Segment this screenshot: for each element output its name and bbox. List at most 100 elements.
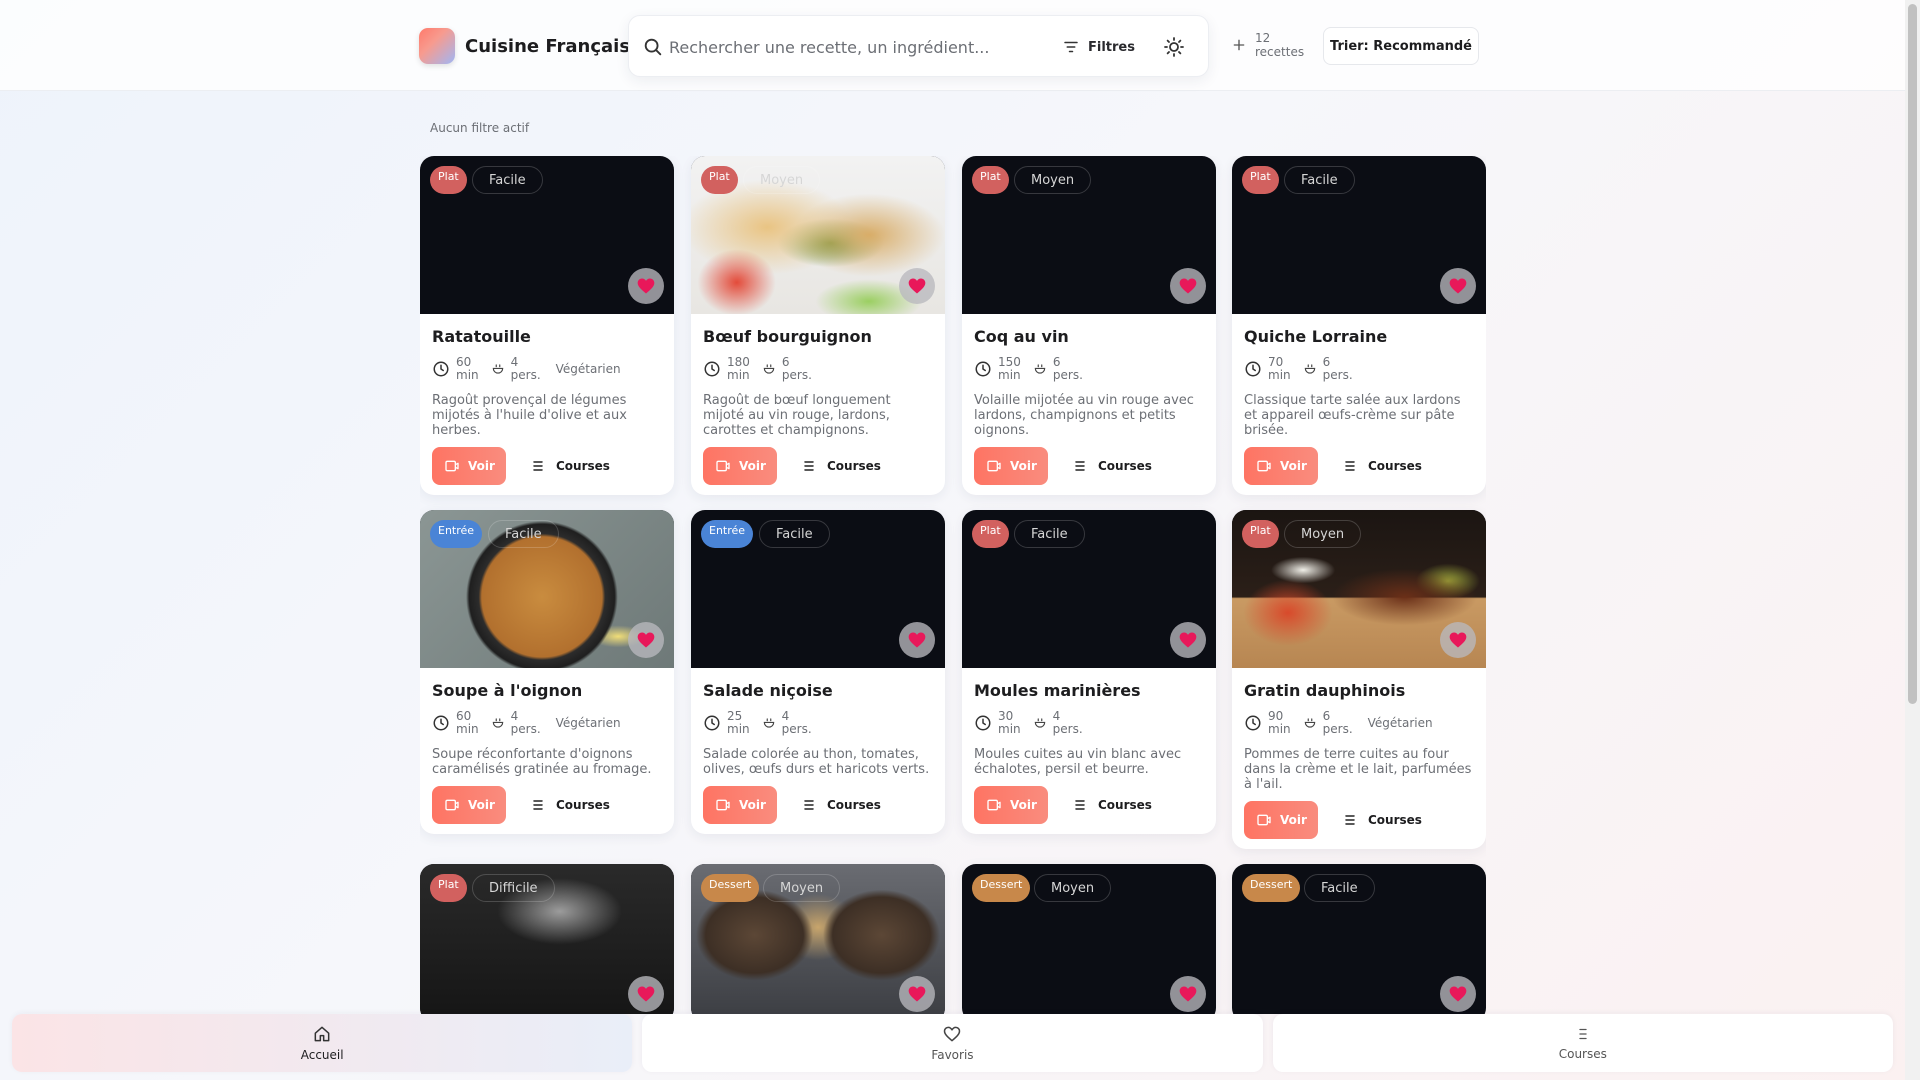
- difficulty-badge: Moyen: [1014, 166, 1092, 194]
- recipe-description: Moules cuites au vin blanc avec échalote…: [974, 747, 1182, 777]
- view-button[interactable]: Voir: [432, 447, 506, 485]
- heart-outline-icon: [944, 1026, 961, 1042]
- clock-icon: [975, 361, 991, 377]
- favorite-button[interactable]: [899, 622, 935, 658]
- view-button[interactable]: Voir: [974, 786, 1048, 824]
- add-to-shopping-button[interactable]: Courses: [1072, 458, 1152, 474]
- recipe-title[interactable]: Soupe à l'oignon: [432, 681, 662, 701]
- brand[interactable]: Cuisine Française: [419, 28, 642, 64]
- nav-favoris-label: Favoris: [931, 1048, 974, 1062]
- favorite-button[interactable]: [899, 268, 935, 304]
- recipe-image[interactable]: Entrée Facile: [691, 510, 945, 668]
- recipe-time: 60 min: [432, 356, 479, 382]
- recipe-image[interactable]: Plat Facile: [962, 510, 1216, 668]
- difficulty-badge: Facile: [759, 520, 830, 548]
- recipe-card[interactable]: Dessert Moyen: [962, 864, 1216, 1014]
- favorite-button[interactable]: [1440, 622, 1476, 658]
- favorite-button[interactable]: [1170, 622, 1206, 658]
- view-icon: [1257, 460, 1271, 472]
- recipe-meta: 30 min 4 pers.: [974, 710, 1204, 738]
- servings-icon: [1034, 718, 1045, 728]
- recipe-card[interactable]: Plat Difficile: [420, 864, 674, 1014]
- recipe-card[interactable]: Dessert Facile: [1232, 864, 1486, 1014]
- category-badge: Dessert: [701, 874, 760, 902]
- recipe-grid: Plat Facile Ratatouille 60 min 4 pers. Végétari…: [420, 156, 1486, 1014]
- view-button[interactable]: Voir: [432, 786, 506, 824]
- recipe-image[interactable]: Plat Moyen: [1232, 510, 1486, 668]
- theme-toggle-button[interactable]: [1162, 35, 1186, 59]
- page-scrollbar[interactable]: [1905, 0, 1920, 1080]
- recipe-servings: 4 pers.: [762, 710, 812, 736]
- card-body: Quiche Lorraine 70 min 6 pers. Classique tart…: [1232, 314, 1486, 495]
- nav-favoris[interactable]: Favoris: [642, 1014, 1263, 1072]
- recipe-card[interactable]: Dessert Moyen: [691, 864, 945, 1014]
- recipe-title[interactable]: Coq au vin: [974, 327, 1204, 347]
- view-label: Voir: [1280, 813, 1307, 827]
- view-button[interactable]: Voir: [703, 447, 777, 485]
- card-actions: Voir Courses: [703, 447, 933, 485]
- add-to-shopping-button[interactable]: Courses: [530, 458, 610, 474]
- recipe-image[interactable]: Plat Moyen: [962, 156, 1216, 314]
- add-to-shopping-button[interactable]: Courses: [530, 797, 610, 813]
- favorite-button[interactable]: [1440, 268, 1476, 304]
- favorite-button[interactable]: [628, 622, 664, 658]
- time-unit: min: [1268, 368, 1291, 382]
- recipe-title[interactable]: Moules marinières: [974, 681, 1204, 701]
- recipe-image[interactable]: Plat Facile: [420, 156, 674, 314]
- recipe-title[interactable]: Gratin dauphinois: [1244, 681, 1474, 701]
- recipe-meta: 70 min 6 pers.: [1244, 356, 1474, 384]
- card-body: Ratatouille 60 min 4 pers. Végétarien Ragoût p…: [420, 314, 674, 495]
- recipe-title[interactable]: Ratatouille: [432, 327, 662, 347]
- recipe-image[interactable]: Dessert Facile: [1232, 864, 1486, 1014]
- recipe-card[interactable]: Entrée Facile Soupe à l'oignon 60 min 4 pers. V…: [420, 510, 674, 834]
- scrollbar-thumb[interactable]: [1908, 4, 1917, 704]
- add-recipe-button[interactable]: 12 recettes: [1231, 31, 1304, 59]
- recipe-servings: 6 pers.: [1033, 356, 1083, 382]
- favorite-button[interactable]: [1170, 268, 1206, 304]
- add-to-shopping-button[interactable]: Courses: [1072, 797, 1152, 813]
- add-to-shopping-button[interactable]: Courses: [1342, 812, 1422, 828]
- recipe-image[interactable]: Dessert Moyen: [962, 864, 1216, 1014]
- recipe-card[interactable]: Plat Moyen Gratin dauphinois 90 min 6 pers. Vég…: [1232, 510, 1486, 849]
- recipe-image[interactable]: Plat Difficile: [420, 864, 674, 1014]
- recipe-card[interactable]: Plat Facile Quiche Lorraine 70 min 6 pers. Clas…: [1232, 156, 1486, 495]
- heart-icon: [1449, 278, 1467, 294]
- nav-accueil[interactable]: Accueil: [12, 1014, 633, 1072]
- add-to-shopping-button[interactable]: Courses: [801, 797, 881, 813]
- recipe-image[interactable]: Plat Facile: [1232, 156, 1486, 314]
- view-button[interactable]: Voir: [1244, 801, 1318, 839]
- favorite-button[interactable]: [899, 976, 935, 1012]
- favorite-button[interactable]: [628, 268, 664, 304]
- view-button[interactable]: Voir: [1244, 447, 1318, 485]
- view-button[interactable]: Voir: [974, 447, 1048, 485]
- list-icon: [1075, 800, 1085, 810]
- category-badge: Entrée: [701, 520, 754, 548]
- recipe-card[interactable]: Plat Facile Ratatouille 60 min 4 pers. Végétari…: [420, 156, 674, 495]
- favorite-button[interactable]: [628, 976, 664, 1012]
- search-input[interactable]: [669, 32, 1039, 62]
- sort-button[interactable]: Trier: Recommandé: [1323, 27, 1479, 65]
- nav-courses[interactable]: Courses: [1272, 1014, 1893, 1072]
- recipe-card[interactable]: Plat Moyen Coq au vin 150 min 6 pers. Volaille …: [962, 156, 1216, 495]
- recipe-title[interactable]: Bœuf bourguignon: [703, 327, 933, 347]
- favorite-button[interactable]: [1440, 976, 1476, 1012]
- shopping-label: Courses: [827, 798, 881, 812]
- recipe-card[interactable]: Entrée Facile Salade niçoise 25 min 4 pers. Sal…: [691, 510, 945, 834]
- recipe-image[interactable]: Dessert Moyen: [691, 864, 945, 1014]
- heart-icon: [1179, 986, 1197, 1002]
- view-button[interactable]: Voir: [703, 786, 777, 824]
- recipe-image[interactable]: Entrée Facile: [420, 510, 674, 668]
- recipe-card[interactable]: Plat Moyen Bœuf bourguignon 180 min 6 pers. Rag…: [691, 156, 945, 495]
- time-unit: min: [998, 368, 1021, 382]
- card-body: Moules marinières 30 min 4 pers. Moules cuite…: [962, 668, 1216, 834]
- add-to-shopping-button[interactable]: Courses: [801, 458, 881, 474]
- filters-button[interactable]: Filtres: [1062, 35, 1135, 59]
- favorite-button[interactable]: [1170, 976, 1206, 1012]
- recipe-title[interactable]: Quiche Lorraine: [1244, 327, 1474, 347]
- recipe-title[interactable]: Salade niçoise: [703, 681, 933, 701]
- servings-icon: [1034, 364, 1046, 374]
- recipe-image[interactable]: Plat Moyen: [691, 156, 945, 314]
- recipe-card[interactable]: Plat Facile Moules marinières 30 min 4 pers. Mo…: [962, 510, 1216, 834]
- card-actions: Voir Courses: [432, 786, 662, 824]
- add-to-shopping-button[interactable]: Courses: [1342, 458, 1422, 474]
